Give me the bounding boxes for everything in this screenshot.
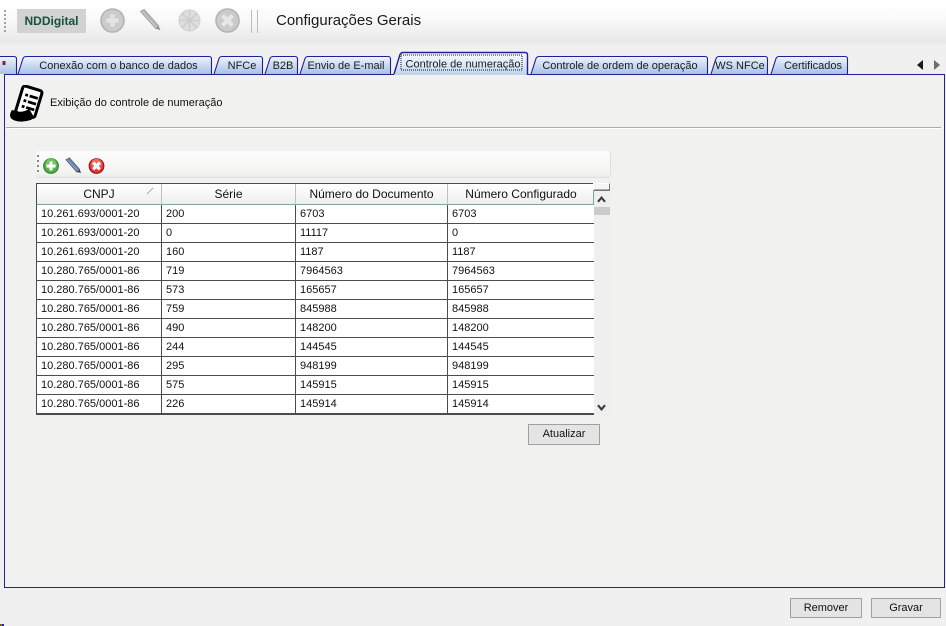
svg-text:Controle de ordem de operação: Controle de ordem de operação [542, 60, 697, 72]
svg-text:NFCe: NFCe [228, 60, 257, 72]
svg-text:B2B: B2B [273, 60, 294, 72]
svg-text:Controle de numeração: Controle de numeração [406, 59, 521, 71]
svg-text:Conexão com o banco de dados: Conexão com o banco de dados [39, 60, 198, 72]
svg-text:WS NFCe: WS NFCe [715, 60, 765, 72]
svg-text:Envio de E-mail: Envio de E-mail [307, 60, 384, 72]
svg-text:Certificados: Certificados [784, 60, 843, 72]
